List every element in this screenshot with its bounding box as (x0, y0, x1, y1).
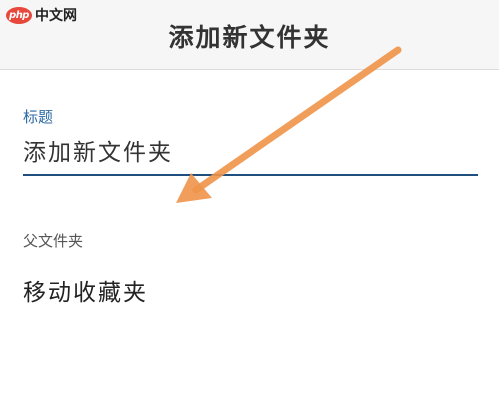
title-field-label: 标题 (23, 108, 54, 126)
navigation-header: php 中文网 添加新文件夹 (0, 0, 499, 70)
parent-folder-selector[interactable]: 移动收藏夹 (23, 273, 148, 307)
page-title: 添加新文件夹 (168, 23, 331, 52)
parent-folder-label: 父文件夹 (23, 232, 84, 250)
title-input[interactable] (23, 134, 478, 176)
